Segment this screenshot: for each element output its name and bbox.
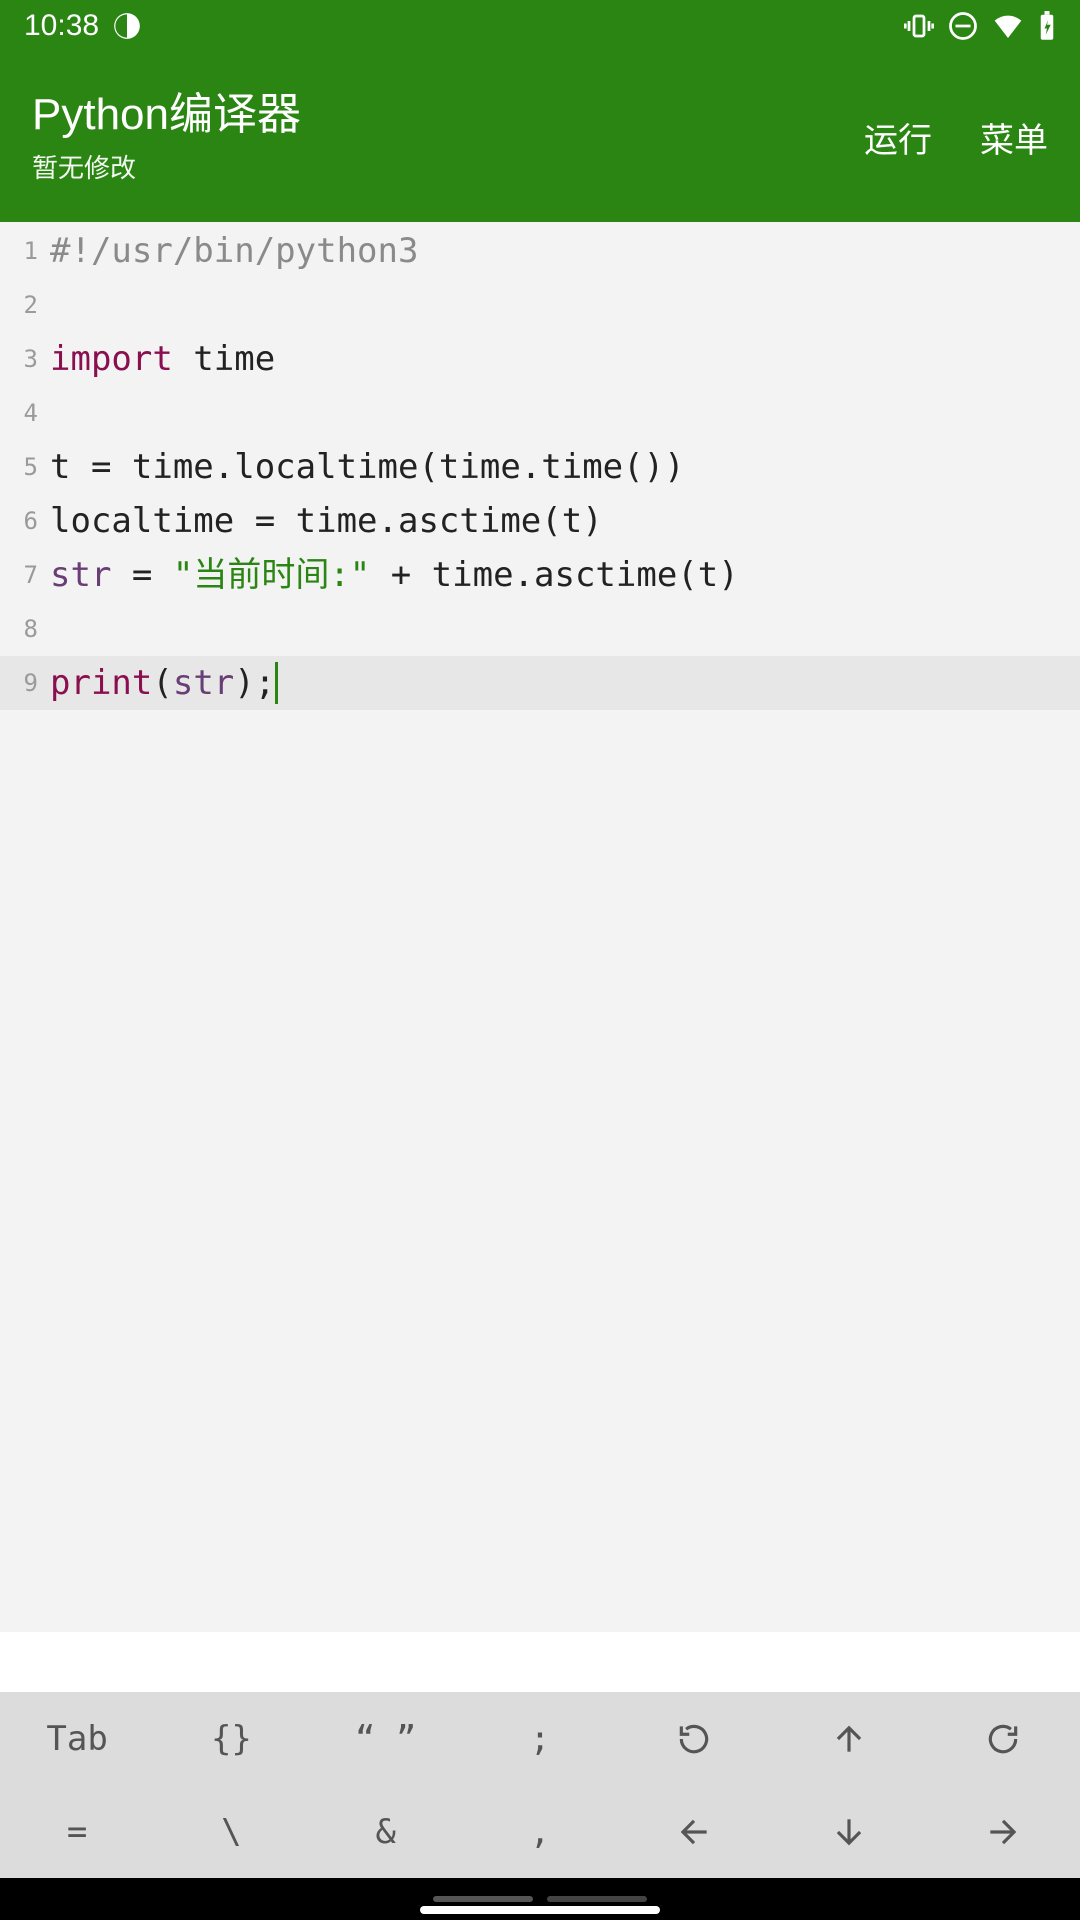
line-number: 2 (0, 278, 44, 332)
key-braces[interactable]: {} (154, 1692, 308, 1785)
line-number: 8 (0, 602, 44, 656)
line-number: 5 (0, 440, 44, 494)
key-arrow-right[interactable] (926, 1785, 1080, 1878)
key-semicolon[interactable]: ; (463, 1692, 617, 1785)
line-number: 3 (0, 332, 44, 386)
key-ampersand[interactable]: & (309, 1785, 463, 1878)
symbol-keyboard: Tab {} “ ” ; = \ & , (0, 1692, 1080, 1878)
code-token: localtime = time.asctime(t) (50, 494, 603, 548)
key-arrow-up[interactable] (771, 1692, 925, 1785)
app-title: Python编译器 (32, 89, 864, 142)
code-editor[interactable]: 1 2 3 4 5 6 7 8 9 #!/usr/bin/python3 imp… (0, 222, 1080, 1632)
nav-hint-right (547, 1896, 647, 1902)
code-token: #!/usr/bin/python3 (50, 224, 418, 278)
gutter: 1 2 3 4 5 6 7 8 9 (0, 222, 44, 710)
line-number: 9 (0, 656, 44, 710)
vibrate-icon (904, 11, 934, 41)
code-token: = (111, 548, 172, 602)
code-token: str (50, 548, 111, 602)
code-token: "当前时间:" (173, 548, 370, 602)
home-handle[interactable] (420, 1906, 660, 1914)
status-time: 10:38 (24, 9, 99, 43)
key-arrow-left[interactable] (617, 1785, 771, 1878)
app-subtitle: 暂无修改 (32, 148, 864, 185)
app-bar: Python编译器 暂无修改 运行 菜单 (0, 52, 1080, 222)
line-number: 4 (0, 386, 44, 440)
app-notification-icon (113, 12, 141, 40)
key-comma[interactable]: , (463, 1785, 617, 1878)
run-button[interactable]: 运行 (864, 113, 932, 162)
key-backslash[interactable]: \ (154, 1785, 308, 1878)
key-undo[interactable] (617, 1692, 771, 1785)
code-content[interactable]: #!/usr/bin/python3 import time t = time.… (50, 222, 1080, 710)
code-token: t = time.localtime(time.time()) (50, 440, 685, 494)
line-number: 7 (0, 548, 44, 602)
key-tab[interactable]: Tab (0, 1692, 154, 1785)
line-number: 6 (0, 494, 44, 548)
key-equals[interactable]: = (0, 1785, 154, 1878)
code-token: + time.asctime(t) (370, 548, 738, 602)
key-redo[interactable] (926, 1692, 1080, 1785)
code-token: print (50, 656, 152, 710)
dnd-icon (948, 11, 978, 41)
wifi-icon (992, 10, 1024, 42)
text-cursor (275, 662, 278, 704)
code-token: import (50, 332, 173, 386)
code-token: ( (152, 656, 172, 710)
status-bar: 10:38 (0, 0, 1080, 52)
key-arrow-down[interactable] (771, 1785, 925, 1878)
line-number: 1 (0, 224, 44, 278)
code-token: ); (234, 656, 275, 710)
key-quotes[interactable]: “ ” (309, 1692, 463, 1785)
code-token: time (173, 332, 275, 386)
nav-hint-left (433, 1896, 533, 1902)
menu-button[interactable]: 菜单 (980, 113, 1048, 162)
battery-icon (1038, 11, 1056, 41)
code-token: str (173, 656, 234, 710)
